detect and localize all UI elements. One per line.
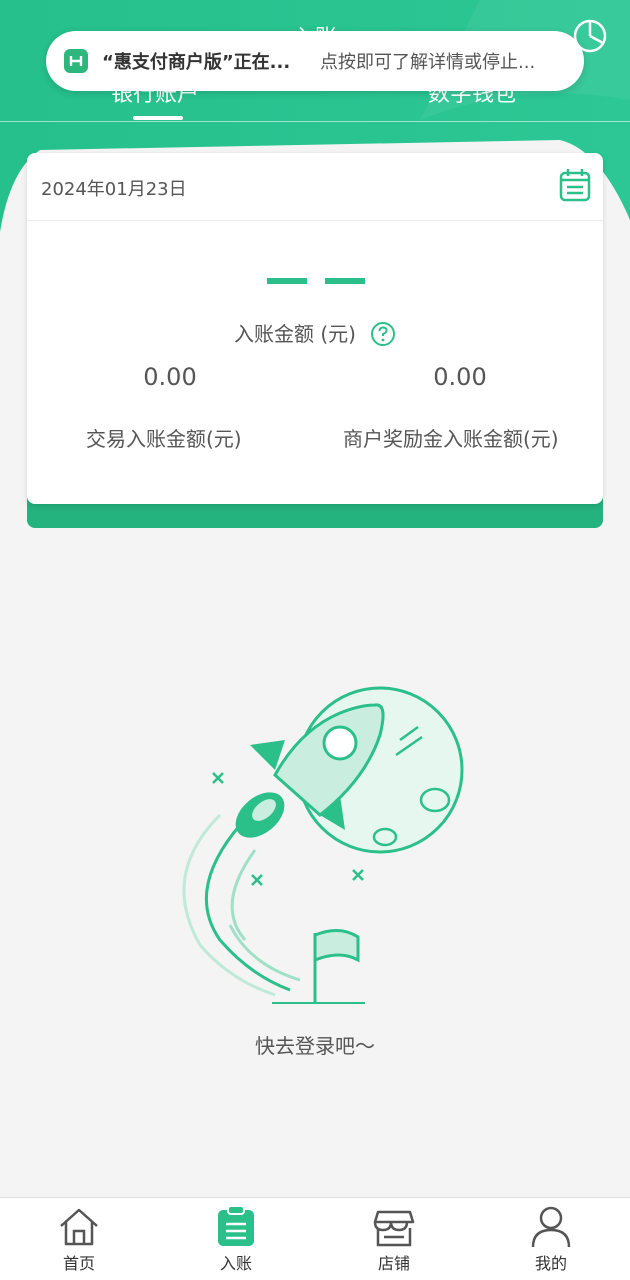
background-notification-banner[interactable]: “惠支付商户版”正在... 点按即可了解详情或停止... (46, 31, 584, 91)
notification-body: 点按即可了解详情或停止... (320, 52, 536, 73)
active-tab-indicator (133, 116, 183, 120)
nav-label-income: 入账 (219, 1254, 252, 1273)
trade-income-label: 交易入账金额(元) (86, 427, 242, 451)
nav-item-income[interactable]: 入账 (186, 1198, 286, 1280)
total-amount-label: 入账金额 (元) (234, 322, 356, 346)
clipboard-icon (214, 1204, 258, 1248)
date-selector[interactable]: 2024年01月23日 (27, 153, 603, 221)
notification-title: “惠支付商户版”正在... (102, 52, 291, 73)
user-icon (529, 1204, 573, 1248)
nav-label-home: 首页 (62, 1254, 95, 1273)
home-icon (57, 1204, 101, 1248)
question-icon[interactable] (370, 321, 396, 347)
reward-income-label: 商户奖励金入账金额(元) (343, 427, 559, 451)
total-amount-label-row: 入账金额 (元) (27, 318, 603, 347)
huizhifu-app-icon (64, 49, 88, 73)
trade-income-value: 0.00 (143, 363, 197, 391)
nav-item-home[interactable]: 首页 (29, 1198, 129, 1280)
calendar-icon[interactable] (558, 167, 592, 203)
empty-state-text: 快去登录吧～ (255, 1034, 375, 1058)
store-icon (372, 1204, 416, 1248)
rocket-moon-illustration (160, 675, 470, 1010)
nav-item-shop[interactable]: 店铺 (344, 1198, 444, 1280)
nav-item-me[interactable]: 我的 (501, 1198, 601, 1280)
bottom-navigation: 首页 入账 店铺 我的 (0, 1197, 630, 1280)
selected-date: 2024年01月23日 (41, 179, 187, 200)
reward-income-value: 0.00 (433, 363, 487, 391)
total-amount-placeholder-dash (325, 278, 365, 284)
nav-label-shop: 店铺 (377, 1254, 410, 1273)
nav-label-me: 我的 (534, 1254, 567, 1273)
total-amount-placeholder-dash (267, 278, 307, 284)
income-summary-card: 2024年01月23日 入账金额 (元) 0.00 0.00 交易入账金额(元)… (27, 153, 603, 504)
